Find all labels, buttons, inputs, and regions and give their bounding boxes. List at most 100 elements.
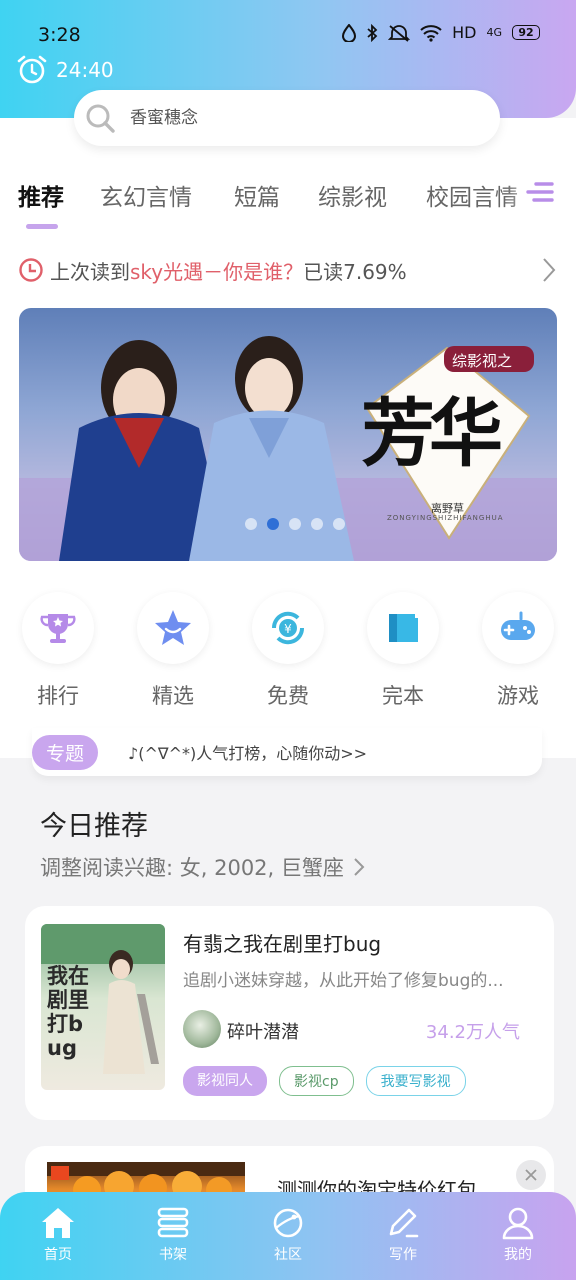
quick-link-featured[interactable]: 精选 <box>123 592 223 710</box>
bluetooth-icon <box>367 23 378 42</box>
nav-bookshelf[interactable]: 书架 <box>133 1206 213 1264</box>
user-icon <box>502 1207 534 1240</box>
quick-link-label: 完本 <box>382 684 424 708</box>
today-recommend-title: 今日推荐 <box>40 811 148 842</box>
nav-label: 我的 <box>504 1247 532 1263</box>
tab-fantasy-romance[interactable]: 玄幻言情 <box>100 178 192 212</box>
nav-home[interactable]: 首页 <box>18 1206 98 1264</box>
status-bar: 3:28 HD 4G 92 <box>0 18 576 52</box>
banner-calligraphy: 芳华 <box>361 391 503 477</box>
status-icons: HD 4G 92 <box>342 23 540 42</box>
tag-film-fanfic[interactable]: 影视同人 <box>183 1066 267 1096</box>
quick-links: 排行 精选 ¥ 免费 完本 游戏 <box>0 592 576 712</box>
last-read-title: sky光遇－你是谁？ <box>130 259 304 284</box>
topic-bar[interactable]: 专题 ♪(^∇^*)人气打榜，心随你动>> <box>32 728 542 776</box>
book-description: 追剧小迷妹穿越，从此开始了修复bug的... <box>183 971 504 991</box>
quick-link-label: 免费 <box>267 684 309 708</box>
category-menu-icon[interactable] <box>522 176 558 212</box>
quick-link-completed[interactable]: 完本 <box>353 592 453 710</box>
quick-link-circle <box>137 592 209 664</box>
banner-dot[interactable] <box>245 518 257 530</box>
search-bar[interactable] <box>74 90 500 146</box>
nav-write[interactable]: 写作 <box>363 1206 443 1264</box>
tab-recommend[interactable]: 推荐 <box>18 178 64 212</box>
category-tabs: 推荐 玄幻言情 短篇 综影视 校园言情 <box>0 170 576 230</box>
quick-link-games[interactable]: 游戏 <box>468 592 568 710</box>
search-input[interactable] <box>130 108 450 128</box>
popularity-count: 34.2万人气 <box>425 1022 520 1043</box>
book-cover[interactable]: 我在剧里打bug <box>41 924 165 1090</box>
nav-label: 写作 <box>389 1247 417 1263</box>
clock-icon <box>19 258 43 282</box>
nav-profile[interactable]: 我的 <box>478 1206 558 1264</box>
last-read-prefix: 上次读到 <box>50 259 130 284</box>
promo-banner[interactable]: 综影视之 芳华 离野草 ZONGYINGSHIZHIFANGHUA <box>19 308 557 561</box>
quick-link-circle <box>22 592 94 664</box>
star-icon <box>155 610 191 645</box>
planet-icon <box>273 1208 303 1238</box>
topic-text: ♪(^∇^*)人气打榜，心随你动>> <box>128 744 368 763</box>
author-name[interactable]: 碎叶潜潜 <box>227 1018 299 1044</box>
book-tags: 影视同人 影视cp 我要写影视 <box>183 1066 466 1096</box>
mute-icon <box>388 24 411 42</box>
nav-label: 书架 <box>159 1247 187 1263</box>
book-card[interactable]: 我在剧里打bug 有翡之我在剧里打bug 追剧小迷妹穿越，从此开始了修复bug的… <box>25 906 554 1120</box>
battery-indicator: 92 <box>512 25 540 40</box>
yuan-icon: ¥ <box>271 611 305 645</box>
wifi-icon <box>420 24 442 42</box>
alarm-clock-icon <box>17 55 47 84</box>
book-title[interactable]: 有翡之我在剧里打bug <box>183 928 381 957</box>
quick-link-circle <box>367 592 439 664</box>
banner-dot[interactable] <box>311 518 323 530</box>
quick-link-label: 排行 <box>37 684 79 708</box>
ad-close-button[interactable] <box>516 1160 546 1190</box>
quick-link-circle: ¥ <box>252 592 324 664</box>
search-icon <box>86 104 115 133</box>
nav-label: 社区 <box>274 1247 302 1263</box>
active-tab-indicator <box>26 224 58 229</box>
status-time: 3:28 <box>38 24 81 46</box>
quick-link-label: 游戏 <box>497 684 539 708</box>
quick-link-ranking[interactable]: 排行 <box>8 592 108 710</box>
bookshelf-icon <box>157 1207 189 1238</box>
banner-pagination <box>245 518 345 530</box>
tab-campus-romance[interactable]: 校园言情 <box>426 178 518 212</box>
tab-short[interactable]: 短篇 <box>234 178 280 212</box>
last-read-progress: 已读7.69% <box>303 259 407 284</box>
last-read-bar[interactable]: 上次读到 sky光遇－你是谁？ 已读7.69% <box>18 254 558 286</box>
tab-film-tv[interactable]: 综影视 <box>318 178 387 212</box>
chevron-right-icon <box>543 258 556 282</box>
quick-link-label: 精选 <box>152 684 194 708</box>
book-icon <box>389 614 418 642</box>
avatar[interactable] <box>183 1010 221 1048</box>
pen-icon <box>389 1208 419 1238</box>
bottom-navigation: 首页 书架 社区 写作 我的 <box>0 1192 576 1280</box>
banner-dot[interactable] <box>333 518 345 530</box>
dnd-icon <box>342 23 357 42</box>
topic-badge: 专题 <box>32 734 99 770</box>
quick-link-free[interactable]: ¥ 免费 <box>238 592 338 710</box>
banner-dot-active[interactable] <box>267 518 279 530</box>
svg-text:¥: ¥ <box>284 622 292 636</box>
app-page: 3:28 HD 4G 92 24:40 推荐 玄幻言情 短篇 综影视 校园言情 … <box>0 0 576 1280</box>
chevron-right-icon <box>354 858 365 876</box>
reading-interest-text: 调整阅读兴趣: 女, 2002, 巨蟹座 <box>40 856 344 880</box>
close-icon <box>525 1169 537 1181</box>
banner-series-label: 综影视之 <box>452 352 513 370</box>
quick-link-circle <box>482 592 554 664</box>
nav-community[interactable]: 社区 <box>248 1206 328 1264</box>
tag-write-film[interactable]: 我要写影视 <box>365 1066 466 1096</box>
banner-dot[interactable] <box>289 518 301 530</box>
home-icon <box>42 1208 74 1238</box>
tag-film-cp[interactable]: 影视cp <box>279 1066 354 1096</box>
trophy-icon <box>40 614 76 643</box>
gamepad-icon <box>501 611 535 640</box>
reading-interest-link[interactable]: 调整阅读兴趣: 女, 2002, 巨蟹座 <box>40 852 366 882</box>
cover-title-text: 我在剧里打bug <box>47 964 89 1060</box>
signal-type: 4G <box>486 26 502 39</box>
network-label: HD <box>452 23 477 42</box>
nav-label: 首页 <box>44 1247 72 1263</box>
alarm-time: 24:40 <box>56 58 114 82</box>
alarm-row: 24:40 <box>16 54 114 86</box>
banner-pinyin: ZONGYINGSHIZHIFANGHUA <box>387 514 504 522</box>
